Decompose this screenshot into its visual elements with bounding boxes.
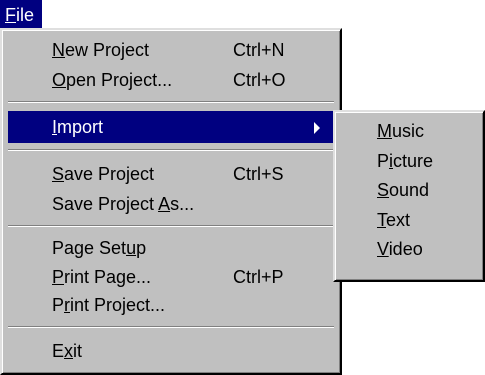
submenu-item-music[interactable]: Music: [341, 117, 477, 145]
menu-item-label: Save Project As...: [52, 194, 195, 214]
menu-separator: [8, 225, 334, 227]
shortcut-label: Ctrl+N: [233, 40, 285, 60]
menu-item-save-project[interactable]: Save Project Ctrl+S: [8, 158, 334, 190]
submenu-item-label: Sound: [377, 180, 430, 200]
menu-item-page-setup[interactable]: Page Setup: [8, 232, 334, 264]
menu-item-label: Import: [52, 117, 104, 137]
menu-item-label: Print Project...: [52, 295, 166, 315]
submenu-item-video[interactable]: Video: [341, 235, 477, 263]
menu-item-exit[interactable]: Exit: [8, 335, 334, 367]
submenu-item-label: Music: [377, 121, 425, 141]
submenu-item-label: Text: [377, 210, 411, 230]
submenu-item-picture[interactable]: Picture: [341, 147, 477, 175]
submenu-arrow-icon: [314, 122, 320, 134]
submenu-item-label: Video: [377, 239, 423, 259]
menu-item-label: Print Page...: [52, 267, 152, 287]
submenu-item-text[interactable]: Text: [341, 206, 477, 234]
menu-item-save-project-as[interactable]: Save Project As...: [8, 188, 334, 220]
menu-separator: [8, 101, 334, 103]
menu-item-label: Page Setup: [52, 238, 147, 258]
shortcut-label: Ctrl+S: [233, 164, 284, 184]
submenu-item-label: Picture: [377, 151, 434, 171]
menu-item-label: Exit: [52, 341, 83, 361]
menubar-file-label: File: [5, 5, 35, 25]
menubar-file[interactable]: File: [0, 0, 42, 30]
menu-item-label: New Project: [52, 40, 150, 60]
menu-item-new-project[interactable]: New Project Ctrl+N: [8, 34, 334, 66]
import-submenu: Music Picture Sound Text Video: [333, 110, 485, 282]
menu-item-open-project[interactable]: Open Project... Ctrl+O: [8, 64, 334, 96]
file-menu: New Project Ctrl+N Open Project... Ctrl+…: [0, 28, 342, 375]
menu-separator: [8, 326, 334, 328]
submenu-item-sound[interactable]: Sound: [341, 176, 477, 204]
menu-separator: [8, 149, 334, 151]
menu-item-print-project[interactable]: Print Project...: [8, 289, 334, 321]
shortcut-label: Ctrl+O: [233, 70, 286, 90]
menu-item-label: Save Project: [52, 164, 155, 184]
menu-item-import[interactable]: Import: [8, 111, 334, 143]
menu-item-label: Open Project...: [52, 70, 173, 90]
